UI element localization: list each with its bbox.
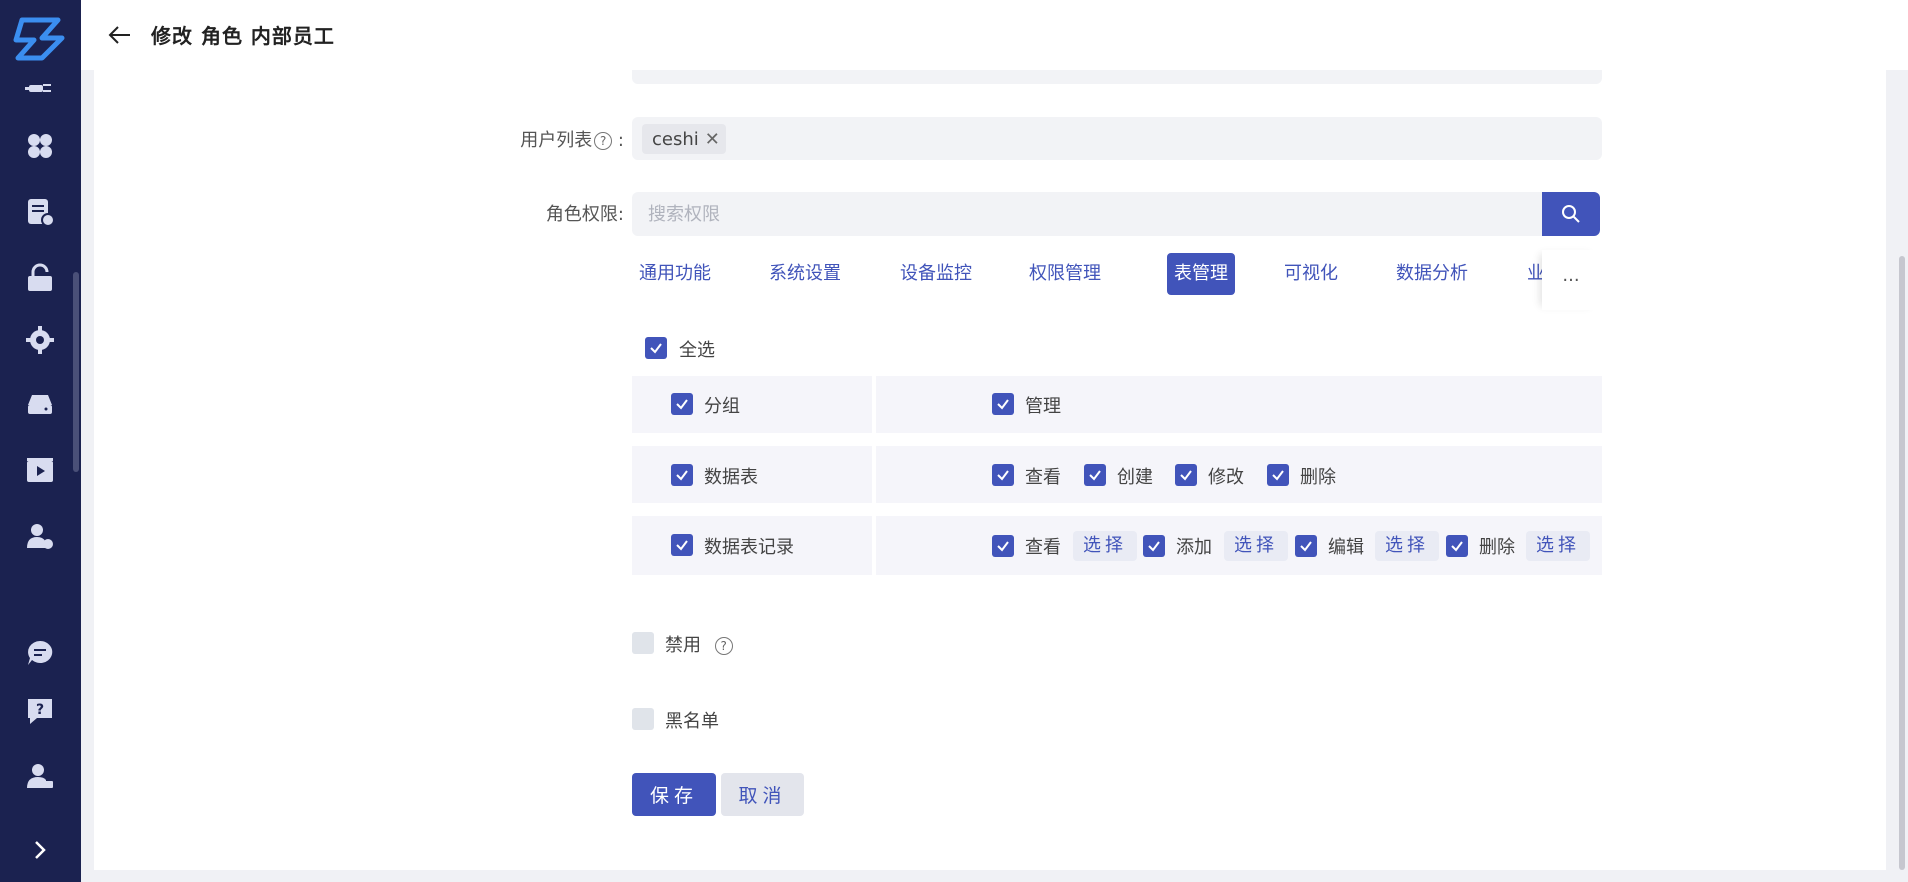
user-list-label: 用户列表? : — [520, 130, 624, 151]
document-settings-icon[interactable] — [22, 194, 58, 230]
permission-checkbox[interactable] — [1084, 464, 1106, 486]
permission-label: 修改 — [1208, 467, 1244, 488]
user-settings-icon[interactable] — [22, 518, 58, 554]
more-icon: ··· — [1562, 269, 1580, 291]
permission-checkbox[interactable] — [992, 535, 1014, 557]
permission-checkbox[interactable] — [1295, 535, 1317, 557]
search-button[interactable] — [1542, 192, 1600, 236]
user-tag-label: ceshi — [652, 128, 699, 150]
disable-label: 禁用 ? — [665, 631, 733, 657]
gear-icon[interactable] — [22, 322, 58, 358]
select-button[interactable]: 选择 — [1224, 531, 1288, 561]
permission-label: 添加 — [1176, 537, 1212, 558]
permission-checkbox[interactable] — [1143, 535, 1165, 557]
tab-system-settings[interactable]: 系统设置 — [762, 253, 848, 295]
back-arrow-icon[interactable] — [105, 20, 135, 50]
save-button[interactable]: 保存 — [632, 773, 716, 816]
select-button[interactable]: 选择 — [1526, 531, 1590, 561]
permission-label: 管理 — [1025, 396, 1061, 417]
tab-device-monitor[interactable]: 设备监控 — [893, 253, 979, 295]
video-icon[interactable] — [22, 452, 58, 488]
group-label: 分组 — [704, 396, 740, 417]
permission-checkbox[interactable] — [1446, 535, 1468, 557]
group-label: 数据表记录 — [704, 537, 794, 558]
group-cell — [632, 376, 872, 433]
disable-checkbox[interactable] — [632, 632, 654, 654]
tab-business[interactable]: 业 — [1520, 253, 1542, 295]
previous-field-bottom — [632, 70, 1602, 84]
permission-label: 删除 — [1300, 467, 1336, 488]
page-scrollbar[interactable] — [1897, 70, 1907, 870]
select-button[interactable]: 选择 — [1073, 531, 1137, 561]
sidebar-scrollbar[interactable] — [73, 72, 79, 472]
permission-label: 查看 — [1025, 467, 1061, 488]
apps-icon[interactable] — [22, 128, 58, 164]
tab-table-management[interactable]: 表管理 — [1167, 253, 1235, 295]
plug-icon[interactable] — [22, 70, 58, 106]
group-checkbox[interactable] — [671, 534, 693, 556]
sidebar: ? — [0, 0, 81, 882]
group-checkbox[interactable] — [671, 464, 693, 486]
group-label: 数据表 — [704, 467, 758, 488]
tabs-more-button[interactable]: ··· — [1542, 250, 1600, 310]
permission-checkbox[interactable] — [1267, 464, 1289, 486]
select-all-label: 全选 — [679, 340, 715, 361]
help-icon[interactable]: ? — [22, 693, 58, 729]
logo-icon[interactable] — [12, 12, 68, 62]
tab-visualization[interactable]: 可视化 — [1277, 253, 1345, 295]
blacklist-checkbox[interactable] — [632, 708, 654, 730]
permission-checkbox[interactable] — [992, 393, 1014, 415]
group-checkbox[interactable] — [671, 393, 693, 415]
help-circle-icon[interactable]: ? — [714, 637, 733, 655]
user-list-field[interactable] — [632, 117, 1602, 160]
search-icon — [1562, 205, 1580, 223]
role-permission-label: 角色权限: — [545, 204, 624, 225]
permission-checkbox[interactable] — [1175, 464, 1197, 486]
chat-icon[interactable] — [22, 635, 58, 671]
select-all-checkbox[interactable] — [645, 337, 667, 359]
permission-label: 查看 — [1025, 537, 1061, 558]
help-circle-icon[interactable]: ? — [594, 132, 613, 150]
top-bar: 修改 角色 内部员工 — [81, 0, 1908, 70]
user-tag: ceshi ✕ — [642, 124, 726, 154]
user-admin-icon[interactable] — [22, 758, 58, 794]
blacklist-label: 黑名单 — [665, 711, 719, 732]
storage-icon[interactable] — [22, 386, 58, 422]
permission-label: 删除 — [1479, 537, 1515, 558]
tab-permission-management[interactable]: 权限管理 — [1022, 253, 1108, 295]
select-button[interactable]: 选择 — [1375, 531, 1439, 561]
permission-search-input[interactable] — [632, 192, 1542, 236]
tab-data-analysis[interactable]: 数据分析 — [1389, 253, 1475, 295]
permission-checkbox[interactable] — [992, 464, 1014, 486]
close-icon[interactable]: ✕ — [705, 129, 720, 150]
lock-icon[interactable] — [22, 260, 58, 296]
permission-label: 创建 — [1117, 467, 1153, 488]
svg-text:?: ? — [36, 702, 44, 718]
permission-tabs: 通用功能 系统设置 设备监控 权限管理 表管理 可视化 数据分析 业 — [632, 250, 1542, 310]
expand-icon[interactable] — [22, 832, 58, 868]
page-title: 修改 角色 内部员工 — [151, 24, 335, 48]
cancel-button[interactable]: 取消 — [721, 773, 804, 816]
permission-label: 编辑 — [1328, 537, 1364, 558]
tab-general[interactable]: 通用功能 — [632, 253, 718, 295]
perms-cell — [876, 376, 1602, 433]
